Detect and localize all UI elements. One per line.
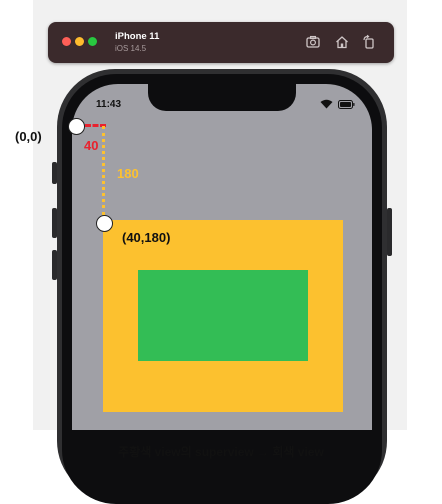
battery-icon (338, 100, 355, 109)
origin-label: (0,0) (15, 129, 42, 144)
rotate-icon[interactable] (361, 34, 377, 50)
simulator-titlebar: iPhone 11 iOS 14.5 (48, 22, 394, 63)
frame-origin-label: (40,180) (122, 230, 171, 245)
minimize-window-button[interactable] (75, 37, 84, 46)
y-offset-dotted-line (102, 126, 105, 215)
superview-gray: 11:43 (72, 84, 372, 430)
y-offset-label: 180 (117, 166, 139, 181)
home-icon[interactable] (334, 34, 350, 50)
close-window-button[interactable] (62, 37, 71, 46)
orange-view (103, 220, 343, 412)
origin-point-marker (68, 118, 85, 135)
device-name: iPhone 11 (115, 31, 160, 42)
wifi-icon (320, 99, 333, 109)
zoom-window-button[interactable] (88, 37, 97, 46)
status-time: 11:43 (96, 99, 122, 110)
frame-origin-marker (96, 215, 113, 232)
green-view (138, 270, 308, 361)
power-button (387, 208, 392, 256)
os-version: iOS 14.5 (115, 44, 147, 53)
phone-notch (148, 84, 296, 111)
screenshot-icon[interactable] (305, 34, 321, 50)
x-offset-label: 40 (84, 138, 99, 153)
caption: 주황색 view의 superview → 회색 view (118, 445, 324, 459)
